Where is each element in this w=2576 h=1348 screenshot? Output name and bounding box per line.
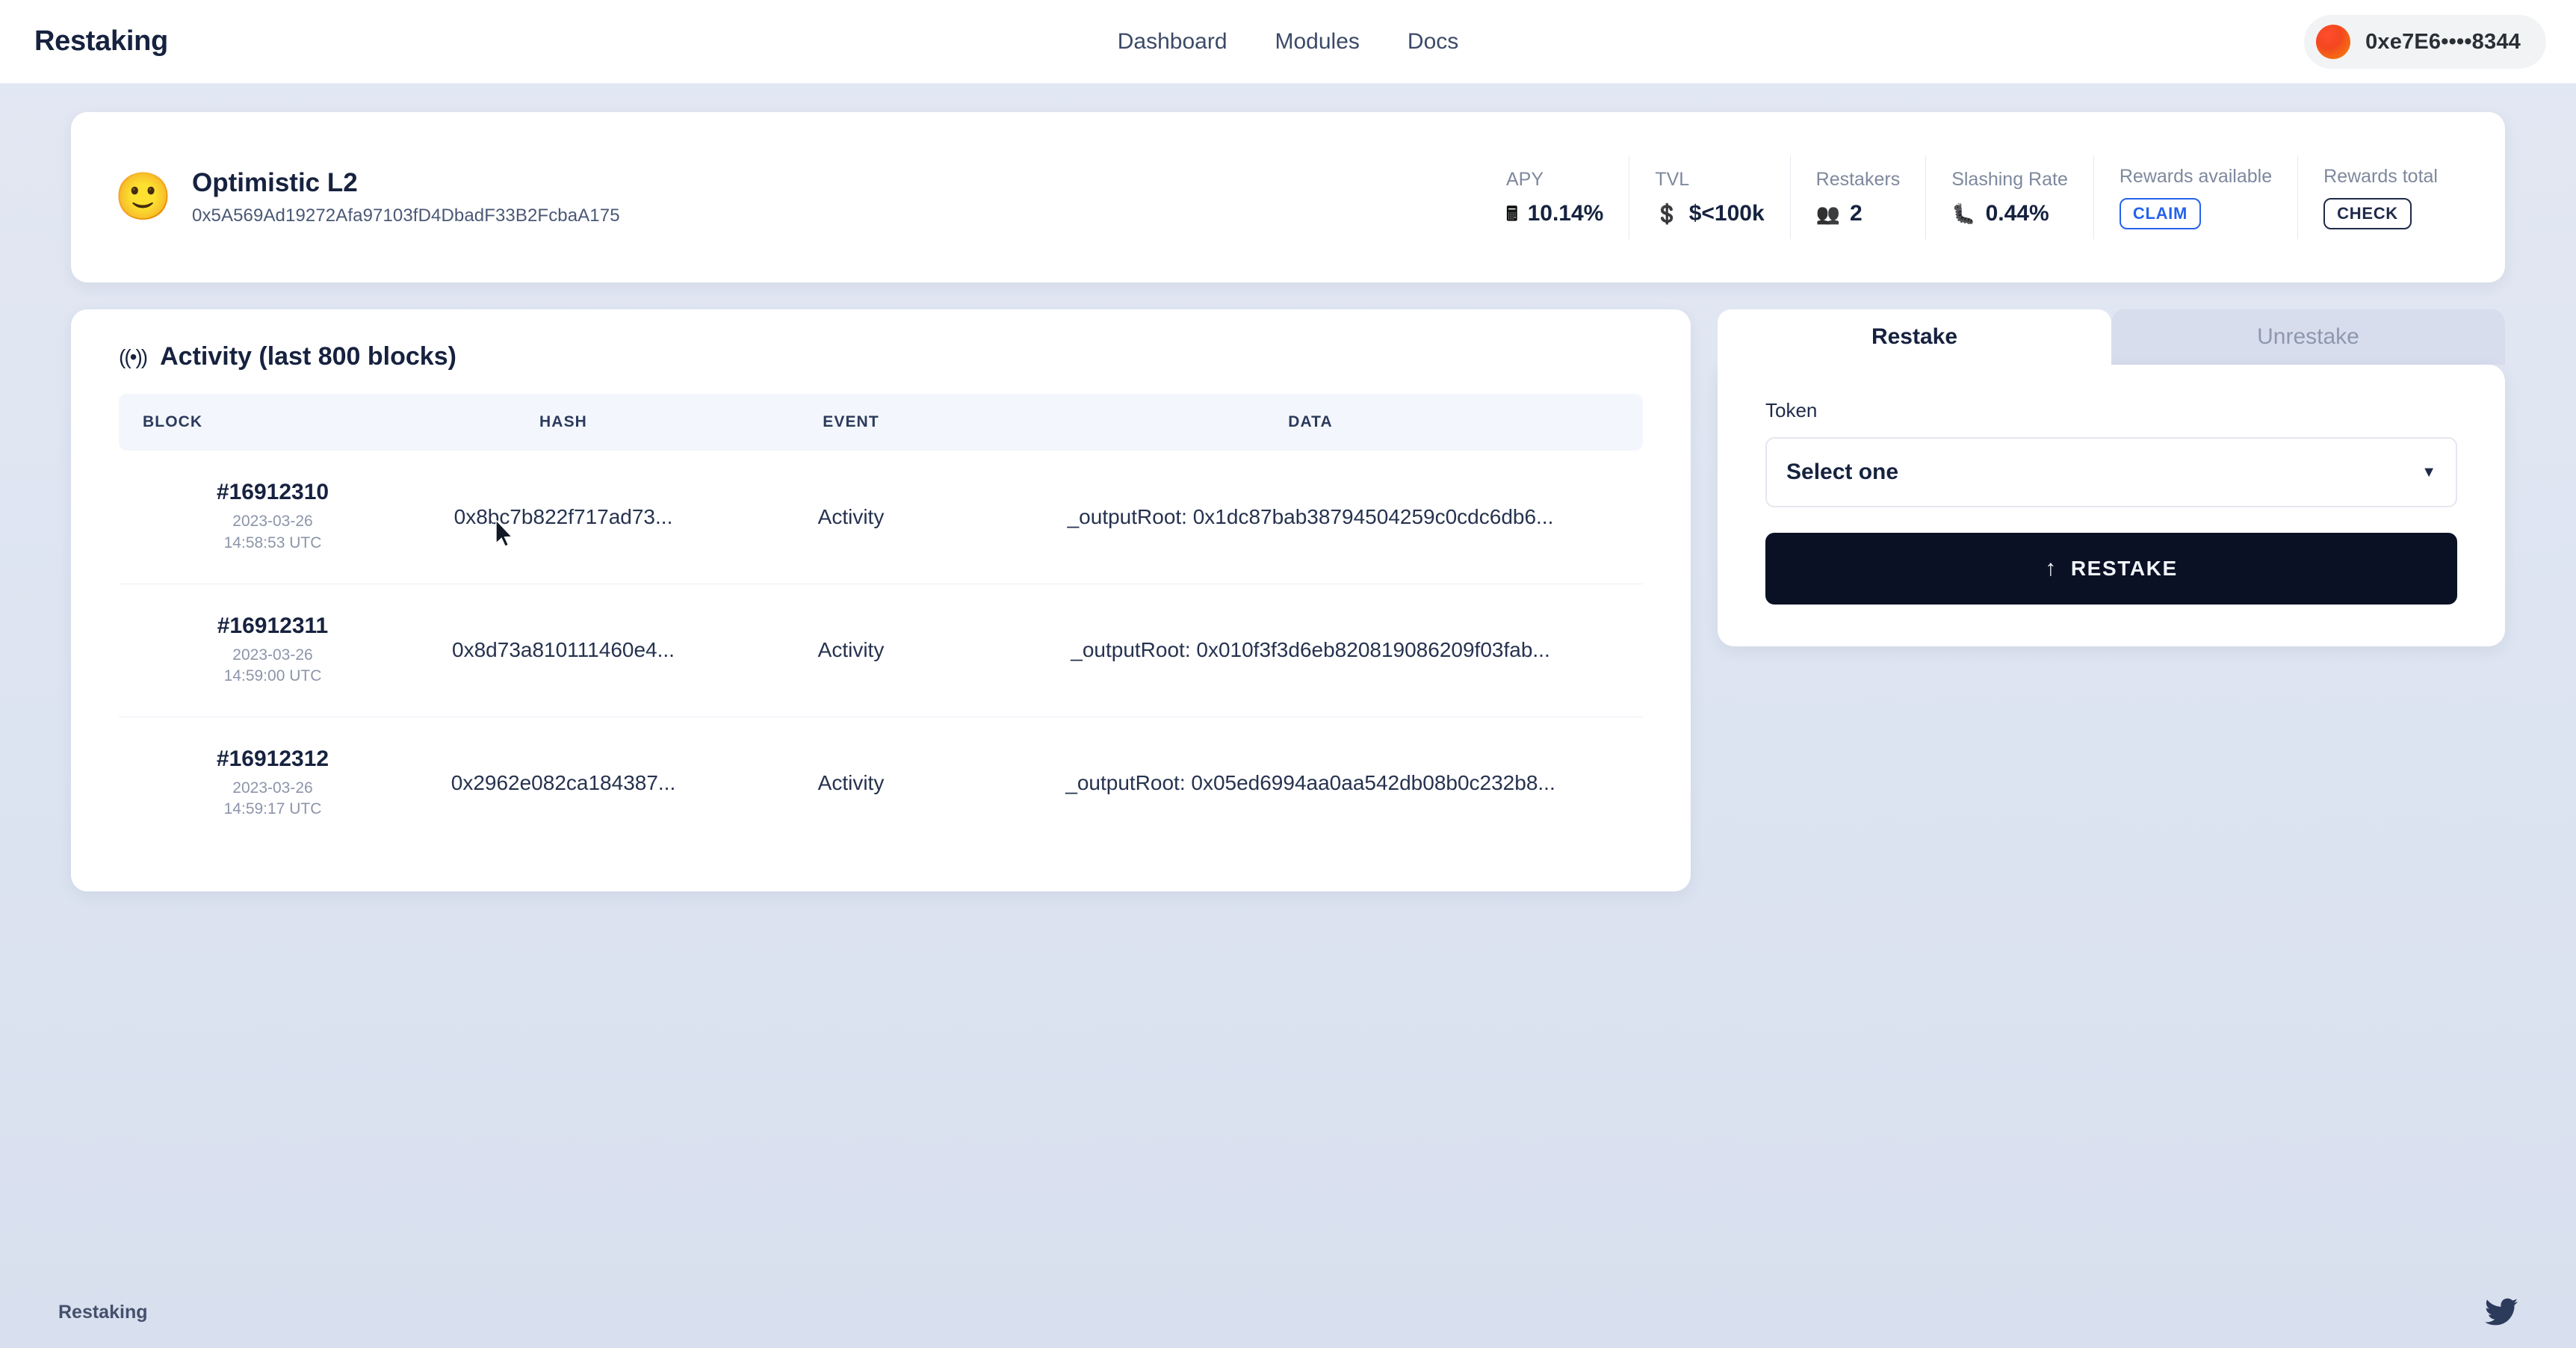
column-header-event: EVENT [724, 394, 978, 451]
activity-title: Activity (last 800 blocks) [160, 342, 456, 371]
stat-apy-value-row: 🖩 10.14% [1506, 201, 1603, 226]
wallet-button[interactable]: 0xe7E6••••8344 [2304, 15, 2546, 69]
people-icon: 👥 [1815, 202, 1841, 225]
brand-logo[interactable]: Restaking [34, 25, 168, 58]
smiley-face-icon: 🙂 [114, 171, 173, 223]
page-content: 🙂 Optimistic L2 0x5A569Ad19272Afa97103fD… [0, 84, 2576, 891]
block-number: #16912312 [216, 746, 329, 771]
block-date: 2023-03-26 [232, 646, 313, 664]
calculator-icon: 🖩 [1505, 202, 1518, 225]
stat-slashing-rate-label: Slashing Rate [1951, 168, 2068, 190]
activity-table-head: BLOCK HASH EVENT DATA [119, 394, 1643, 451]
footer-brand: Restaking [58, 1301, 148, 1323]
wallet-address-label: 0xe7E6••••8344 [2365, 29, 2521, 54]
module-stats: APY 🖩 10.14% TVL 💲 $<100k Restakers 👥 2 [1481, 155, 2463, 239]
table-header-row: BLOCK HASH EVENT DATA [119, 394, 1643, 451]
cell-hash[interactable]: 0x8bc7b822f717ad73... [403, 451, 724, 584]
table-row[interactable]: #16912312 2023-03-26 14:59:17 UTC 0x2962… [119, 717, 1643, 850]
stat-slashing-rate-value: 0.44% [1985, 200, 2049, 226]
stat-restakers: Restakers 👥 2 [1789, 155, 1926, 239]
token-select[interactable]: Select one ▼ [1765, 437, 2457, 507]
main-columns: ((•)) Activity (last 800 blocks) BLOCK H… [71, 309, 2505, 891]
module-contract-address: 0x5A569Ad19272Afa97103fD4DbadF33B2FcbaA1… [192, 205, 620, 226]
cell-block: #16912311 2023-03-26 14:59:00 UTC [119, 584, 403, 717]
stake-panel: Restake Unrestake Token Select one ▼ ↑ R… [1718, 309, 2505, 646]
page-footer: Restaking [0, 1276, 2576, 1348]
twitter-icon [2485, 1298, 2518, 1326]
stat-tvl-value-row: 💲 $<100k [1655, 201, 1764, 226]
nav-link-docs[interactable]: Docs [1408, 29, 1458, 55]
stat-restakers-label: Restakers [1815, 168, 1901, 190]
cell-block: #16912310 2023-03-26 14:58:53 UTC [119, 451, 403, 584]
cell-event: Activity [817, 771, 885, 795]
broadcast-icon: ((•)) [119, 344, 148, 368]
dollar-coin-icon: 💲 [1655, 202, 1679, 225]
restake-submit-button[interactable]: ↑ RESTAKE [1765, 533, 2457, 605]
token-field-label: Token [1765, 399, 1818, 421]
table-row[interactable]: #16912310 2023-03-26 14:58:53 UTC 0x8bc7… [119, 451, 1643, 584]
restake-submit-label: RESTAKE [2070, 557, 2178, 580]
stat-rewards-available-label: Rewards available [2119, 165, 2273, 187]
stat-tvl-value: $<100k [1688, 200, 1765, 226]
module-name: Optimistic L2 [192, 168, 358, 197]
check-rewards-button[interactable]: CHECK [2323, 197, 2412, 229]
stake-tabs: Restake Unrestake [1718, 309, 2505, 365]
claim-rewards-button[interactable]: CLAIM [2119, 197, 2202, 229]
cell-event: Activity [724, 451, 978, 584]
cell-event: Activity [724, 584, 978, 717]
tab-unrestake[interactable]: Unrestake [2111, 309, 2505, 365]
stat-apy-value: 10.14% [1527, 200, 1604, 226]
stat-restakers-value: 2 [1850, 200, 1863, 226]
activity-card: ((•)) Activity (last 800 blocks) BLOCK H… [71, 309, 1691, 891]
block-time: 14:58:53 UTC [223, 534, 322, 551]
cell-block: #16912312 2023-03-26 14:59:17 UTC [119, 717, 403, 850]
column-header-block: BLOCK [119, 394, 403, 451]
top-navigation-bar: Restaking Dashboard Modules Docs 0xe7E6•… [0, 0, 2576, 84]
stat-tvl: TVL 💲 $<100k [1629, 155, 1789, 239]
module-identity: 🙂 Optimistic L2 0x5A569Ad19272Afa97103fD… [114, 168, 620, 226]
stat-slashing-rate-value-row: 🐛 0.44% [1951, 201, 2068, 226]
activity-table: BLOCK HASH EVENT DATA #16912310 2023-03-… [119, 394, 1643, 850]
stat-restakers-value-row: 👥 2 [1816, 201, 1901, 226]
tab-restake[interactable]: Restake [1718, 309, 2111, 365]
bug-icon: 🐛 [1951, 202, 1976, 225]
cell-hash[interactable]: 0x8d73a810111460e4... [403, 584, 724, 717]
cell-hash[interactable]: 0x2962e082ca184387... [403, 717, 724, 850]
stat-apy-label: APY [1505, 168, 1544, 190]
stat-rewards-total: Rewards total CHECK [2297, 155, 2463, 239]
cell-data: _outputRoot: 0x05ed6994aa0aa542db08b0c23… [1065, 771, 1555, 795]
stat-slashing-rate: Slashing Rate 🐛 0.44% [1925, 155, 2093, 239]
nav-link-dashboard[interactable]: Dashboard [1118, 29, 1227, 55]
block-number: #16912311 [217, 613, 329, 638]
stake-form: Token Select one ▼ ↑ RESTAKE [1718, 365, 2505, 646]
activity-table-body: #16912310 2023-03-26 14:58:53 UTC 0x8bc7… [119, 451, 1643, 850]
block-date: 2023-03-26 [232, 513, 313, 531]
column-header-data: DATA [978, 394, 1643, 451]
token-select-value: Select one [1786, 460, 1899, 484]
table-row[interactable]: #16912311 2023-03-26 14:59:00 UTC 0x8d73… [119, 584, 1643, 717]
column-header-hash: HASH [403, 394, 724, 451]
block-number: #16912310 [216, 480, 329, 505]
cell-data: _outputRoot: 0x1dc87bab38794504259c0cdc6… [978, 451, 1643, 584]
block-time: 14:59:00 UTC [223, 667, 322, 684]
nav-link-modules[interactable]: Modules [1275, 29, 1360, 55]
block-date: 2023-03-26 [232, 779, 313, 797]
stat-apy: APY 🖩 10.14% [1481, 155, 1629, 239]
wallet-avatar-icon [2316, 25, 2351, 59]
stat-rewards-total-label: Rewards total [2323, 165, 2438, 187]
stat-tvl-label: TVL [1655, 168, 1690, 190]
block-time: 14:59:17 UTC [223, 800, 322, 818]
arrow-up-icon: ↑ [2045, 556, 2058, 581]
cell-data: _outputRoot: 0x010f3f3d6eb820819086209f0… [978, 584, 1643, 717]
chevron-down-icon: ▼ [2421, 463, 2436, 480]
primary-nav: Dashboard Modules Docs [1118, 29, 1459, 55]
twitter-link[interactable] [2485, 1298, 2518, 1326]
activity-header: ((•)) Activity (last 800 blocks) [119, 342, 1643, 371]
module-summary-card: 🙂 Optimistic L2 0x5A569Ad19272Afa97103fD… [71, 112, 2505, 282]
stat-rewards-available: Rewards available CLAIM [2093, 155, 2297, 239]
